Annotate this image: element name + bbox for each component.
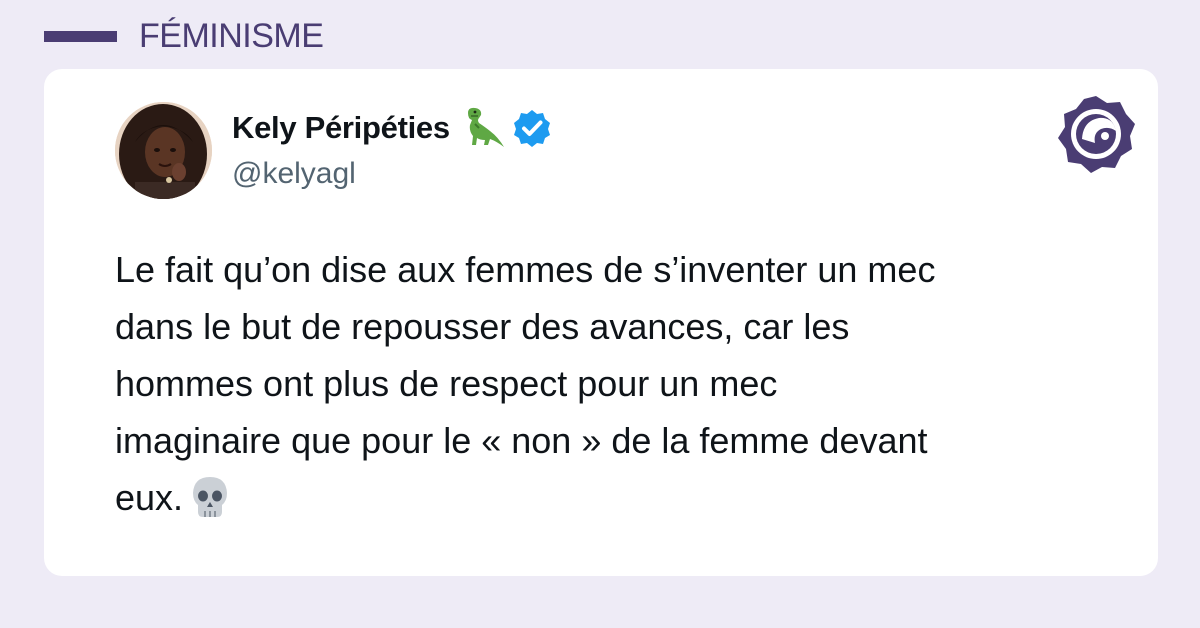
category-label: FÉMINISME	[139, 16, 324, 55]
author-name-row: Kely Péripéties	[232, 107, 552, 149]
verified-badge-icon	[512, 108, 552, 148]
tweet-card: Kely Péripéties @kelyagl Le fait qu’on d…	[44, 69, 1158, 576]
skull-icon	[187, 474, 233, 520]
category-accent-bar	[44, 30, 117, 42]
avatar[interactable]	[115, 102, 212, 199]
tweet-text-content: Le fait qu’on dise aux femmes de s’inven…	[115, 249, 936, 518]
author-name[interactable]: Kely Péripéties	[232, 110, 450, 146]
tweet-text: Le fait qu’on dise aux femmes de s’inven…	[115, 241, 1105, 526]
brand-logo-icon	[1055, 93, 1137, 175]
category-header: FÉMINISME	[44, 14, 324, 58]
t-rex-icon	[460, 107, 506, 149]
author-handle[interactable]: @kelyagl	[232, 157, 356, 191]
